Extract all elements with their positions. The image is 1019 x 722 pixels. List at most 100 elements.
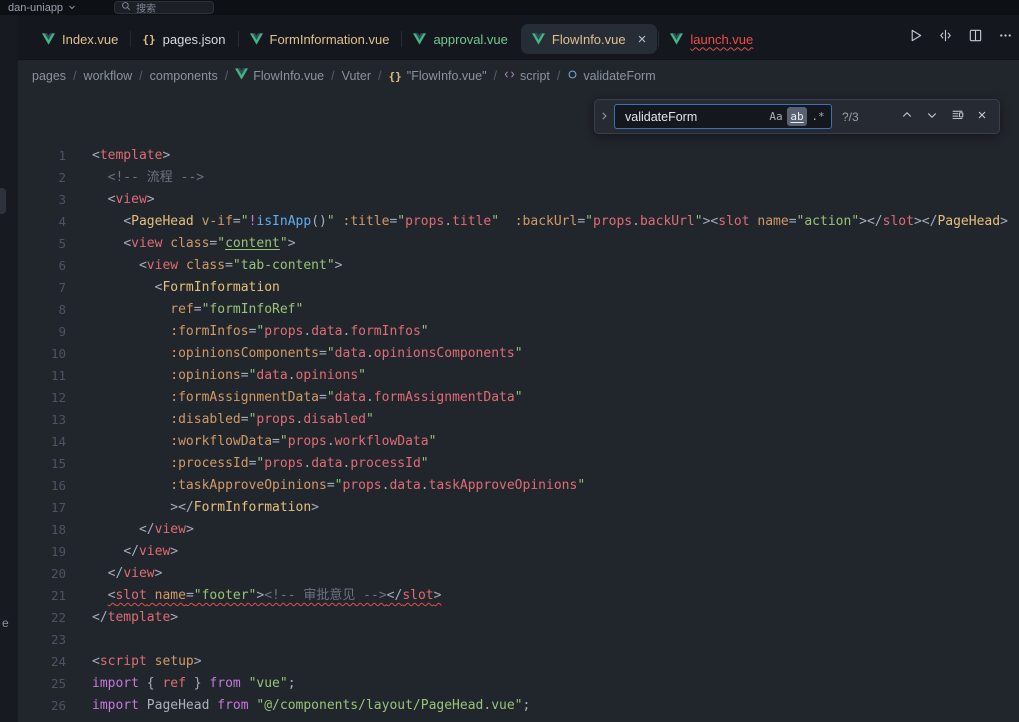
line-number[interactable]: 8 bbox=[18, 299, 92, 321]
json-braces-icon: {} bbox=[389, 69, 402, 83]
line-number[interactable]: 19 bbox=[18, 541, 92, 563]
titlebar-search-box[interactable]: 搜索 bbox=[114, 1, 214, 14]
line-content[interactable]: :opinions="data.opinions" bbox=[92, 365, 366, 387]
line-number[interactable]: 1 bbox=[18, 145, 92, 167]
tab-Index.vue[interactable]: Index.vue bbox=[31, 24, 129, 54]
tab-pages.json[interactable]: {}pages.json bbox=[131, 24, 236, 54]
line-number[interactable]: 17 bbox=[18, 497, 92, 519]
line-content[interactable]: <template> bbox=[92, 145, 170, 167]
code-line: 3 <view> bbox=[18, 189, 1019, 211]
line-content[interactable]: :disabled="props.disabled" bbox=[92, 409, 374, 431]
line-number[interactable]: 26 bbox=[18, 695, 92, 717]
previous-match-button[interactable] bbox=[896, 106, 918, 128]
compare-changes-button[interactable] bbox=[938, 28, 953, 48]
regex-toggle[interactable]: .* bbox=[808, 107, 828, 126]
line-number[interactable]: 2 bbox=[18, 167, 92, 189]
code-line: 6 <view class="tab-content"> bbox=[18, 255, 1019, 277]
whole-word-toggle[interactable]: ab bbox=[787, 107, 807, 126]
breadcrumb-item-components[interactable]: components bbox=[150, 69, 218, 83]
line-content[interactable]: </view> bbox=[92, 519, 194, 541]
line-content[interactable]: import { ref } from "vue"; bbox=[92, 673, 296, 695]
project-menu[interactable]: dan-uniapp bbox=[8, 2, 76, 14]
breadcrumb-item-validateForm[interactable]: validateForm bbox=[567, 69, 655, 83]
line-number[interactable]: 5 bbox=[18, 233, 92, 255]
split-editor-button[interactable] bbox=[968, 28, 983, 48]
line-content[interactable]: import PageHead from "@/components/layou… bbox=[92, 695, 530, 717]
line-number[interactable]: 22 bbox=[18, 607, 92, 629]
breadcrumb-label: components bbox=[150, 69, 218, 83]
line-content[interactable]: </view> bbox=[92, 541, 178, 563]
line-content[interactable]: ref="formInfoRef" bbox=[92, 299, 303, 321]
symbol-method-icon bbox=[567, 69, 578, 83]
breadcrumb-item-FlowInfo.vue[interactable]: FlowInfo.vue bbox=[235, 68, 324, 83]
line-number[interactable]: 15 bbox=[18, 453, 92, 475]
toggle-replace-button[interactable] bbox=[595, 100, 612, 133]
breadcrumb-item-Vuter[interactable]: Vuter bbox=[342, 69, 371, 83]
breadcrumb-item-script[interactable]: script bbox=[504, 69, 550, 83]
breadcrumb: pages/workflow/components/FlowInfo.vue/V… bbox=[18, 60, 1019, 91]
line-content[interactable]: </template> bbox=[92, 607, 178, 629]
line-number[interactable]: 4 bbox=[18, 211, 92, 233]
line-content[interactable]: </view> bbox=[92, 563, 162, 585]
run-button[interactable] bbox=[908, 28, 923, 48]
line-content[interactable]: <PageHead v-if="!isInApp()" :title="prop… bbox=[92, 211, 1008, 233]
line-content[interactable]: ></FormInformation> bbox=[92, 497, 319, 519]
line-content[interactable]: :formAssignmentData="data.formAssignment… bbox=[92, 387, 523, 409]
tab-FormInformation.vue[interactable]: FormInformation.vue bbox=[239, 24, 401, 54]
breadcrumb-item-FlowInfo.vue[interactable]: {}"FlowInfo.vue" bbox=[389, 69, 487, 83]
line-content[interactable]: <view> bbox=[92, 189, 155, 211]
line-content[interactable]: :formInfos="props.data.formInfos" bbox=[92, 321, 429, 343]
line-number[interactable]: 25 bbox=[18, 673, 92, 695]
line-number[interactable]: 6 bbox=[18, 255, 92, 277]
line-content[interactable]: <view class="tab-content"> bbox=[92, 255, 342, 277]
close-tab-icon[interactable]: × bbox=[638, 32, 647, 47]
find-in-selection-button[interactable] bbox=[946, 106, 968, 128]
breadcrumb-separator: / bbox=[378, 69, 381, 83]
more-actions-button[interactable] bbox=[998, 28, 1013, 48]
line-number[interactable]: 20 bbox=[18, 563, 92, 585]
line-number[interactable]: 11 bbox=[18, 365, 92, 387]
line-number[interactable]: 12 bbox=[18, 387, 92, 409]
line-number[interactable]: 13 bbox=[18, 409, 92, 431]
line-content[interactable]: :taskApproveOpinions="props.data.taskApp… bbox=[92, 475, 585, 497]
editor[interactable]: Aa ab .* ?/3 bbox=[18, 91, 1019, 722]
find-widget: Aa ab .* ?/3 bbox=[594, 99, 1000, 134]
line-number[interactable]: 18 bbox=[18, 519, 92, 541]
titlebar-search-placeholder: 搜索 bbox=[136, 0, 156, 15]
play-icon bbox=[908, 28, 923, 48]
line-number[interactable]: 24 bbox=[18, 651, 92, 673]
line-content[interactable]: <view class="content"> bbox=[92, 233, 296, 255]
vue-file-icon bbox=[235, 68, 248, 83]
line-content[interactable]: <slot name="footer"><!-- 审批意见 --></slot> bbox=[92, 585, 441, 607]
sidebar-scrollbar-handle[interactable] bbox=[0, 188, 6, 214]
close-find-button[interactable] bbox=[971, 106, 993, 128]
breadcrumb-item-pages[interactable]: pages bbox=[32, 69, 66, 83]
line-number[interactable]: 10 bbox=[18, 343, 92, 365]
line-number[interactable]: 23 bbox=[18, 629, 92, 651]
next-match-button[interactable] bbox=[921, 106, 943, 128]
breadcrumb-label: workflow bbox=[84, 69, 133, 83]
line-number[interactable]: 14 bbox=[18, 431, 92, 453]
line-content[interactable]: <script setup> bbox=[92, 651, 202, 673]
tab-label: FormInformation.vue bbox=[270, 32, 390, 47]
line-number[interactable]: 16 bbox=[18, 475, 92, 497]
code-line: 2 <!-- 流程 --> bbox=[18, 167, 1019, 189]
line-content[interactable]: :opinionsComponents="data.opinionsCompon… bbox=[92, 343, 523, 365]
line-number[interactable]: 7 bbox=[18, 277, 92, 299]
tab-launch.vue[interactable]: launch.vue bbox=[659, 24, 764, 54]
breadcrumb-item-workflow[interactable]: workflow bbox=[84, 69, 133, 83]
chevron-right-icon bbox=[599, 108, 609, 126]
tab-FlowInfo.vue[interactable]: FlowInfo.vue× bbox=[521, 24, 657, 54]
line-number[interactable]: 3 bbox=[18, 189, 92, 211]
code-lines[interactable]: 1<template>2 <!-- 流程 -->3 <view>4 <PageH… bbox=[18, 145, 1019, 717]
line-number[interactable]: 9 bbox=[18, 321, 92, 343]
find-input[interactable] bbox=[623, 109, 765, 125]
line-number[interactable]: 21 bbox=[18, 585, 92, 607]
line-content[interactable]: <!-- 流程 --> bbox=[92, 167, 204, 189]
tab-approval.vue[interactable]: approval.vue bbox=[402, 24, 518, 54]
line-content[interactable]: :workflowData="props.workflowData" bbox=[92, 431, 436, 453]
line-content[interactable]: <FormInformation bbox=[92, 277, 280, 299]
match-case-toggle[interactable]: Aa bbox=[766, 107, 786, 126]
line-content[interactable]: :processId="props.data.processId" bbox=[92, 453, 429, 475]
code-line: 21 <slot name="footer"><!-- 审批意见 --></sl… bbox=[18, 585, 1019, 607]
